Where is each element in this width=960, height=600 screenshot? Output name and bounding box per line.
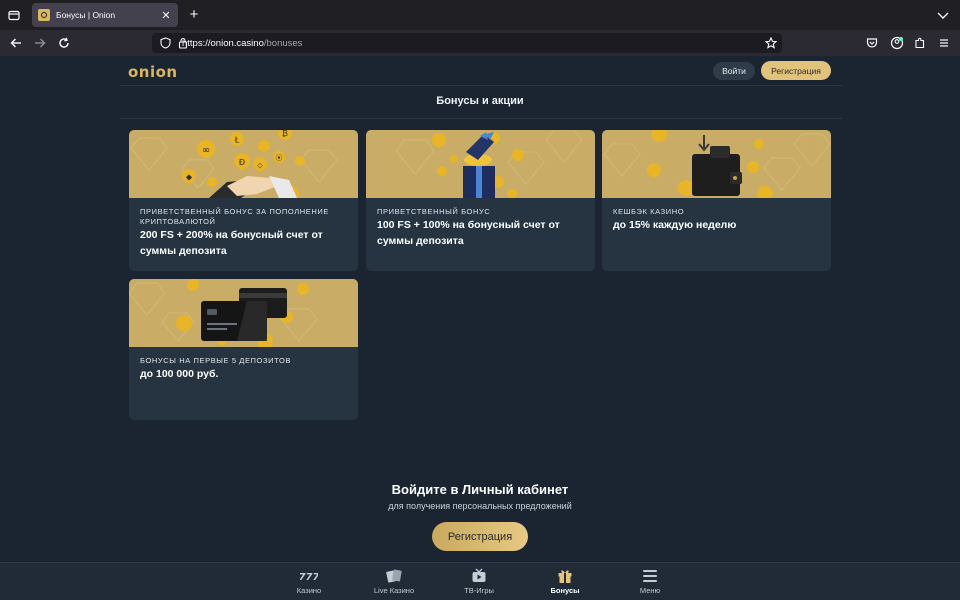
register-button[interactable]: Регистрация [432,522,528,551]
bottom-nav-label: Бонусы [550,586,580,595]
app-menu-button[interactable] [936,35,952,51]
bonus-category: Приветственный бонус [377,207,491,216]
bonus-value: 200 FS + 200% на бонусный счет от суммы … [140,229,323,257]
lock-icon[interactable] [176,36,190,50]
bottom-nav-live-casino[interactable]: Live Казино [359,567,429,599]
svg-text:◆: ◆ [186,173,193,182]
chevron-down-icon[interactable] [936,8,950,22]
tab-list-button[interactable] [0,0,28,30]
bonus-value: 100 FS + 100% на бонусный счет от суммы … [377,219,560,247]
bonus-value: до 100 000 руб. [140,368,219,380]
svg-text:∞: ∞ [202,145,210,156]
bank-cards-coins-image [129,279,358,347]
forward-button[interactable] [32,35,48,51]
tv-play-icon [470,567,488,585]
crypto-coins-handshake-image: ∞ Ł ₿ Đ ◇ ⦿ ◆ Đ [129,130,358,198]
reload-icon [59,37,69,48]
login-button[interactable]: Войти [713,62,755,80]
gift-icon [556,567,574,585]
bonus-card-cashback[interactable]: Кешбэк казино до 15% каждую неделю [602,130,831,271]
reload-button[interactable] [56,35,72,51]
bottom-nav-tv-games[interactable]: ТВ-Игры [444,567,514,599]
cta-subtitle: для получения персональных предложений [388,501,572,511]
bonus-card-crypto[interactable]: ∞ Ł ₿ Đ ◇ ⦿ ◆ Đ Приветственный бонус за … [129,130,358,271]
bonus-card-five-deposits[interactable]: Бонусы на первые 5 депозитов до 100 000 … [129,279,358,420]
url-host: https://onion.casino [182,37,264,49]
bottom-nav-bonuses[interactable]: Бонусы [530,567,600,599]
cta-title: Войдите в Личный кабинет [391,482,569,497]
gift-box-coins-image [366,130,595,198]
bonus-value: до 15% каждую неделю [613,219,737,231]
svg-text:Ł: Ł [234,136,240,145]
url-bar[interactable]: https://onion.casino/bonuses [152,33,782,53]
shield-icon[interactable] [158,36,172,50]
bottom-nav-casino[interactable]: 777 Казино [274,567,344,599]
onion-logo[interactable]: onion [128,63,178,81]
browser-tab[interactable]: Бонусы | Onion ✕ [32,3,178,27]
browser-tab-bar: Бонусы | Onion ✕ + [0,0,960,30]
bonus-category: Кешбэк казино [613,207,685,216]
site-header: onion Войти Регистрация [120,56,842,86]
header-register-button[interactable]: Регистрация [761,61,831,80]
puzzle-icon [915,37,925,49]
new-tab-button[interactable]: + [186,6,202,24]
pocket-button[interactable] [864,35,880,51]
url-path: /bonuses [263,37,303,49]
onion-favicon-icon [38,9,50,21]
bottom-nav-menu[interactable]: Меню [615,567,685,599]
tab-list-icon [8,10,20,21]
arrow-left-icon [10,38,21,48]
extensions-button[interactable] [912,35,928,51]
page-title: Бонусы и акции [436,95,524,107]
bottom-nav-label: ТВ-Игры [464,586,494,595]
bottom-nav-label: Меню [639,586,661,595]
account-icon [890,36,904,50]
hamburger-menu-icon [940,39,948,47]
bottom-nav-label: Казино [296,586,322,595]
svg-text:777: 777 [300,572,318,583]
account-button[interactable] [889,35,905,51]
svg-text:◇: ◇ [257,162,263,170]
bonus-category: Бонусы на первые 5 депозитов [140,356,291,365]
bookmark-star-icon[interactable] [764,36,778,50]
casino-777-icon: 777 [300,567,318,585]
url-text: https://onion.casino/bonuses [182,38,302,49]
cards-icon [385,567,403,585]
bonus-category: Приветственный бонус за пополнение крипт… [140,207,329,226]
title-divider [120,118,842,119]
browser-nav-bar: https://onion.casino/bonuses [0,30,960,56]
svg-text:Đ: Đ [239,158,245,167]
bonus-card-welcome[interactable]: Приветственный бонус 100 FS + 100% на бо… [366,130,595,271]
svg-text:₿: ₿ [282,130,288,138]
bottom-nav: 777 Казино Live Казино ТВ-Игры [0,562,960,600]
menu-icon [641,567,659,585]
tab-title: Бонусы | Onion [56,10,116,20]
bottom-nav-label: Live Казино [373,586,415,595]
wallet-coins-image [602,130,831,198]
pocket-icon [866,38,878,48]
svg-text:⦿: ⦿ [276,154,283,162]
back-button[interactable] [8,35,24,51]
tab-close-icon[interactable]: ✕ [160,9,172,22]
arrow-right-icon [35,38,46,48]
